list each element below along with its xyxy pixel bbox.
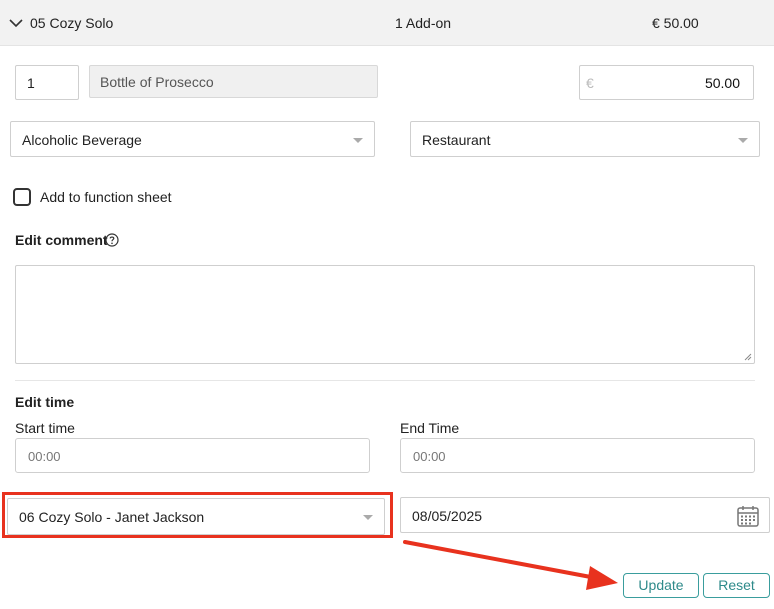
room-guest-select[interactable]: 06 Cozy Solo - Janet Jackson: [7, 498, 385, 535]
end-time-placeholder: 00:00: [413, 449, 446, 464]
help-icon[interactable]: [105, 233, 119, 247]
quantity-input[interactable]: 1: [15, 65, 79, 100]
outlet-select[interactable]: Restaurant: [410, 121, 760, 157]
category-value: Alcoholic Beverage: [22, 132, 142, 148]
amount-input[interactable]: € 50.00: [579, 65, 754, 100]
addon-count: 1 Add-on: [395, 15, 452, 31]
category-select[interactable]: Alcoholic Beverage: [10, 121, 375, 157]
date-value: 08/05/2025: [412, 508, 483, 524]
room-guest-value: 06 Cozy Solo - Janet Jackson: [19, 509, 205, 525]
function-sheet-checkbox[interactable]: [13, 188, 31, 206]
reservation-title: 05 Cozy Solo: [30, 15, 114, 31]
end-time-input[interactable]: 00:00: [400, 438, 755, 473]
edit-time-label: Edit time: [15, 394, 75, 410]
item-name-field: Bottle of Prosecco: [89, 65, 378, 98]
quantity-value: 1: [27, 75, 35, 91]
currency-symbol: €: [586, 75, 594, 91]
section-divider: [15, 380, 755, 381]
addon-header[interactable]: 05 Cozy Solo 1 Add-on € 50.00: [0, 0, 774, 46]
start-time-label: Start time: [15, 420, 75, 436]
edit-comment-label: Edit comment: [15, 232, 108, 248]
dropdown-caret-icon: [353, 138, 363, 143]
comment-textarea[interactable]: [15, 265, 755, 364]
calendar-icon[interactable]: [736, 504, 760, 528]
resize-handle-icon[interactable]: [744, 353, 752, 361]
item-name-value: Bottle of Prosecco: [100, 74, 214, 90]
dropdown-caret-icon: [738, 138, 748, 143]
start-time-input[interactable]: 00:00: [15, 438, 370, 473]
function-sheet-label[interactable]: Add to function sheet: [40, 189, 172, 205]
outlet-value: Restaurant: [422, 132, 491, 148]
date-input[interactable]: 08/05/2025: [400, 497, 770, 533]
update-button[interactable]: Update: [623, 573, 699, 598]
end-time-label: End Time: [400, 420, 460, 436]
header-price: € 50.00: [652, 15, 699, 31]
start-time-placeholder: 00:00: [28, 449, 61, 464]
reset-button[interactable]: Reset: [703, 573, 770, 598]
dropdown-caret-icon: [363, 515, 373, 520]
amount-value: 50.00: [704, 75, 740, 91]
chevron-down-icon[interactable]: [8, 15, 24, 31]
